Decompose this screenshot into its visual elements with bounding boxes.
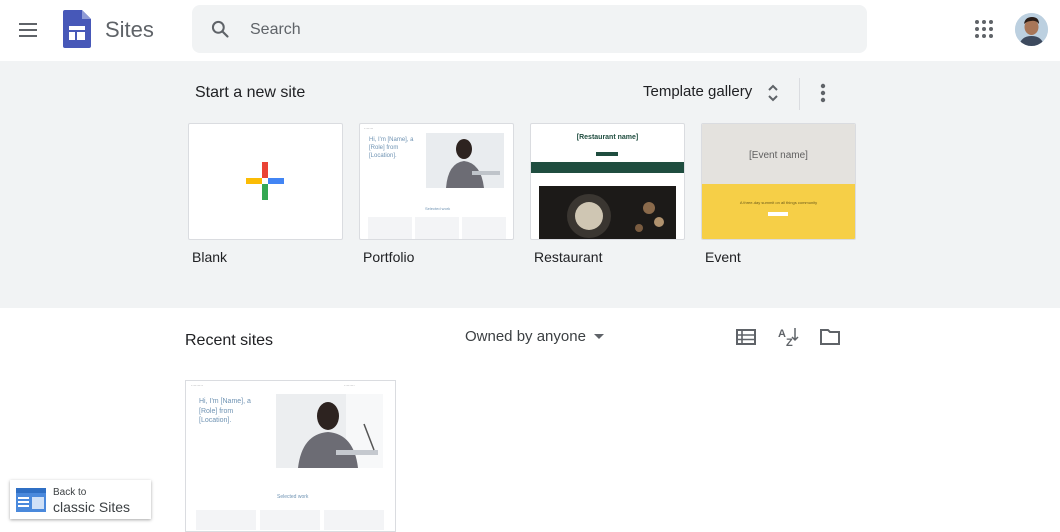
avatar-icon: [1015, 13, 1048, 46]
event-preview-text: [Event name]: [749, 150, 808, 161]
search-input[interactable]: [248, 17, 832, 43]
search-icon[interactable]: [210, 19, 230, 39]
template-label-portfolio[interactable]: Portfolio: [363, 249, 414, 265]
owner-filter-dropdown[interactable]: Owned by anyone: [465, 328, 586, 345]
template-portfolio[interactable]: ······· Hi, I'm [Name], a [Role] from [L…: [359, 123, 514, 240]
back-to-classic-sites-button[interactable]: Back to classic Sites: [10, 480, 151, 519]
template-restaurant[interactable]: [Restaurant name]: [530, 123, 685, 240]
classic-sites-icon: [16, 488, 46, 512]
google-apps-icon[interactable]: [974, 19, 994, 39]
recent-site-photo: [276, 394, 383, 468]
sort-az-icon[interactable]: A Z: [777, 326, 799, 348]
main-menu-icon[interactable]: [14, 15, 44, 45]
list-view-icon[interactable]: [735, 326, 757, 348]
event-preview-sub: A three-day summit on all things communi…: [739, 200, 818, 205]
toolbar-divider: [799, 78, 800, 110]
account-avatar[interactable]: [1015, 13, 1048, 46]
template-label-event[interactable]: Event: [705, 249, 741, 265]
template-event[interactable]: [Event name] A three-day summit on all t…: [701, 123, 856, 240]
app-header: Sites: [0, 0, 1060, 60]
svg-text:Z: Z: [786, 337, 793, 348]
template-gallery-panel: Start a new site Template gallery Blank …: [0, 61, 1060, 308]
portfolio-preview-link: Selected work: [425, 206, 451, 211]
recent-site-card[interactable]: ········· ········ Hi, I'm [Name], a [Ro…: [185, 380, 396, 532]
restaurant-photo: [539, 186, 676, 239]
more-options-icon[interactable]: [813, 81, 833, 107]
recent-site-preview-text: Hi, I'm [Name], a [Role] from [Location]…: [199, 398, 251, 424]
app-title: Sites: [105, 17, 154, 42]
template-label-blank[interactable]: Blank: [192, 249, 227, 265]
sites-logo-icon: [63, 10, 91, 48]
unfold-more-icon[interactable]: [765, 82, 781, 104]
recent-site-preview-link: Selected work: [277, 494, 309, 500]
template-gallery-button[interactable]: Template gallery: [643, 83, 752, 100]
start-new-site-title: Start a new site: [195, 84, 306, 101]
dropdown-arrow-icon[interactable]: [594, 334, 604, 339]
search-bar[interactable]: [192, 5, 867, 53]
back-to-label: Back to: [53, 487, 87, 498]
svg-text:A: A: [778, 328, 786, 340]
folder-icon[interactable]: [819, 326, 841, 348]
plus-icon: [246, 162, 284, 200]
classic-sites-label: classic Sites: [53, 499, 131, 515]
template-label-restaurant[interactable]: Restaurant: [534, 249, 602, 265]
portfolio-preview-text: Hi, I'm [Name], a [Role] from [Location]…: [369, 137, 414, 159]
recent-sites-title: Recent sites: [185, 332, 274, 349]
restaurant-preview-text: [Restaurant name]: [576, 134, 639, 141]
template-blank[interactable]: [188, 123, 343, 240]
portfolio-photo: [426, 133, 504, 188]
